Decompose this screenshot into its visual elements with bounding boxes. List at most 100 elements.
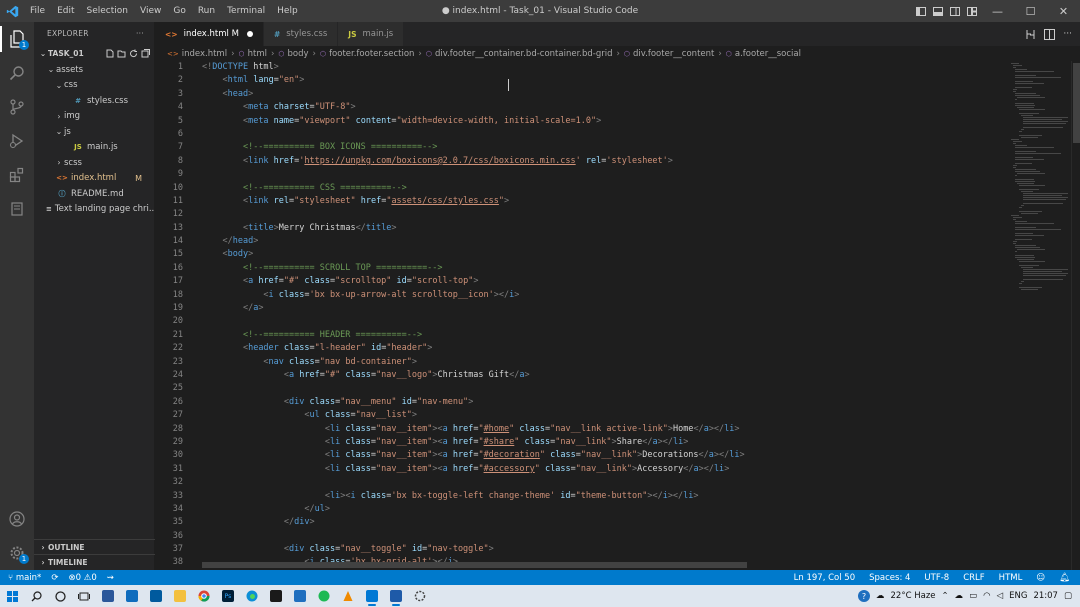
feedback-icon[interactable]: ☺ [1036,573,1045,583]
tab-main-js[interactable]: JS main.js [338,22,405,46]
breadcrumb-item[interactable]: a.footer__social [735,49,801,59]
menu-view[interactable]: View [134,0,167,22]
vlc-icon[interactable] [336,585,360,607]
code-line[interactable]: <a href="#" class="scrolltop" id="scroll… [202,275,1002,288]
code-line[interactable]: <title>Merry Christmas</title> [202,222,1002,235]
close-button[interactable]: ✕ [1047,0,1080,22]
notifications-bell-icon[interactable]: 🔔︎ [1059,573,1070,583]
unsaved-dot-icon[interactable] [246,31,253,37]
settings-taskbar-icon[interactable] [408,585,432,607]
tree-item[interactable]: ⓘ README.md [34,186,154,202]
minimize-button[interactable]: — [981,0,1014,22]
tab-index-html[interactable]: <> index.html M [155,22,264,46]
code-line[interactable]: <meta name="viewport" content="width=dev… [202,115,1002,128]
vscode-insiders-taskbar-icon[interactable] [384,585,408,607]
code-line[interactable] [202,530,1002,543]
code-line[interactable] [202,128,1002,141]
toggle-sidebar-icon[interactable] [913,0,928,22]
menu-help[interactable]: Help [271,0,304,22]
tree-item[interactable]: › img [34,109,154,125]
code-line[interactable]: </div> [202,516,1002,529]
cortana-icon[interactable] [48,585,72,607]
code-line[interactable]: <i class='bx bx-up-arrow-alt scrolltop__… [202,289,1002,302]
code-line[interactable]: <body> [202,248,1002,261]
compare-changes-icon[interactable] [1025,29,1036,40]
photoshop-icon[interactable]: Ps [216,585,240,607]
code-line[interactable]: </ul> [202,503,1002,516]
code-line[interactable]: </a> [202,302,1002,315]
code-line[interactable]: <a href="#" class="nav__logo">Christmas … [202,369,1002,382]
notification-center-icon[interactable]: ▢ [1064,591,1072,601]
language-indicator[interactable]: ENG [1009,591,1027,601]
encoding[interactable]: UTF-8 [924,573,949,583]
breadcrumb-item[interactable]: div.footer__content [633,49,714,59]
task-view-icon[interactable] [72,585,96,607]
chrome-icon[interactable] [192,585,216,607]
run-debug-icon[interactable] [0,124,34,158]
new-file-icon[interactable] [105,49,114,58]
code-line[interactable]: <nav class="nav bd-container"> [202,356,1002,369]
menu-file[interactable]: File [24,0,51,22]
new-folder-icon[interactable] [117,49,126,58]
menu-run[interactable]: Run [192,0,221,22]
tree-item[interactable]: ⌄ js [34,124,154,140]
clock[interactable]: 21:07 [1033,591,1058,601]
code-line[interactable] [202,476,1002,489]
split-editor-icon[interactable] [1044,28,1056,40]
breadcrumb-item[interactable]: html [248,49,267,59]
code-lines[interactable]: <!DOCTYPE html> <html lang="en"> <head> … [202,61,1002,570]
code-line[interactable]: <html lang="en"> [202,74,1002,87]
code-line[interactable]: <header class="l-header" id="header"> [202,342,1002,355]
tab-styles-css[interactable]: # styles.css [263,22,339,46]
code-line[interactable] [202,168,1002,181]
tree-item[interactable]: ≡ Text landing page chri... [34,202,154,218]
vertical-scrollbar[interactable] [1071,61,1080,570]
code-line[interactable]: <!--========== HEADER ==========--> [202,329,1002,342]
code-line[interactable]: </head> [202,235,1002,248]
tree-item[interactable]: ⌄ assets [34,62,154,78]
workspace-section[interactable]: ⌄ TASK_01 [34,44,154,62]
weather-icon[interactable]: ☁ [876,591,885,601]
code-line[interactable]: <li class="nav__item"><a href="#home" cl… [202,423,1002,436]
problems-item[interactable]: ⊗0 ⚠0 [68,573,96,583]
remote-explorer-icon[interactable] [0,192,34,226]
code-line[interactable]: <!DOCTYPE html> [202,61,1002,74]
help-icon[interactable]: ? [858,590,871,602]
terminal-icon[interactable] [264,585,288,607]
code-editor[interactable]: 1 2 3 4 5 6 7 8 9 10 11 12 13 14 15 16 17 18 19 20 21 22 23 24 2… [155,61,1080,570]
store-icon[interactable] [144,585,168,607]
security-icon[interactable] [288,585,312,607]
code-line[interactable] [202,382,1002,395]
vscode-taskbar-icon[interactable] [360,585,384,607]
code-line[interactable]: <!--========== CSS ==========--> [202,182,1002,195]
code-line[interactable]: <li><i class='bx bx-toggle-left change-t… [202,490,1002,503]
explorer-more-actions-icon[interactable]: ··· [136,29,144,38]
extensions-icon[interactable] [0,158,34,192]
timeline-section[interactable]: › TIMELINE [34,554,155,569]
search-icon[interactable] [0,56,34,90]
tree-item[interactable]: ⌄ css [34,78,154,94]
menu-terminal[interactable]: Terminal [221,0,271,22]
menu-edit[interactable]: Edit [51,0,80,22]
app-icon[interactable] [96,585,120,607]
onedrive-icon[interactable]: ☁ [955,591,964,601]
git-branch-item[interactable]: ⑂ main* [8,573,41,583]
refresh-icon[interactable] [129,49,138,58]
end-of-line[interactable]: CRLF [963,573,984,583]
account-icon[interactable] [0,502,34,536]
live-share-icon[interactable]: ⇝ [107,573,114,583]
weather-text[interactable]: 22°C Haze [891,591,936,601]
spotify-icon[interactable] [312,585,336,607]
tree-item[interactable]: › scss [34,155,154,171]
mail-icon[interactable] [120,585,144,607]
outline-section[interactable]: › OUTLINE [34,539,155,554]
scrollbar-thumb[interactable] [1073,63,1080,143]
language-mode[interactable]: HTML [999,573,1023,583]
menu-go[interactable]: Go [167,0,191,22]
settings-gear-icon[interactable]: 1 [0,536,34,570]
edge-icon[interactable] [240,585,264,607]
code-line[interactable]: <div class="nav__toggle" id="nav-toggle"… [202,543,1002,556]
code-line[interactable]: <head> [202,88,1002,101]
source-control-icon[interactable] [0,90,34,124]
volume-icon[interactable]: ◁ [997,591,1004,601]
